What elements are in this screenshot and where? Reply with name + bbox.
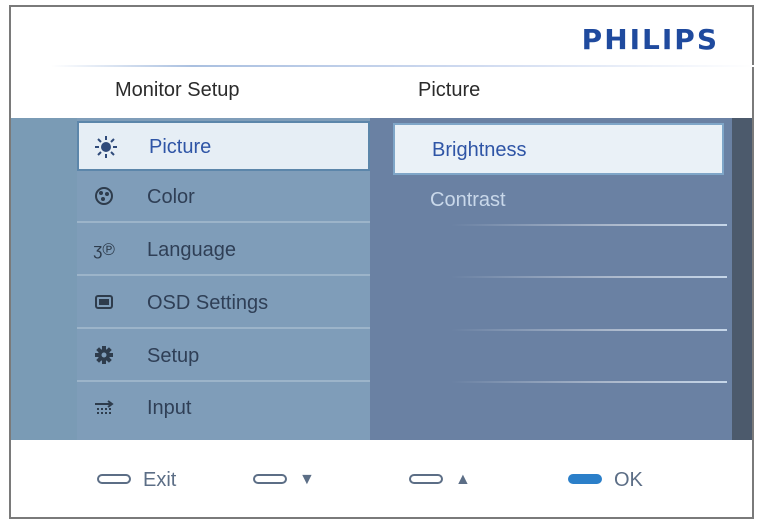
submenu-divider [451,381,727,383]
down-arrow-icon: ▼ [299,471,315,488]
osd-window: PHILIPS Monitor Setup Picture Picture Co… [9,5,756,519]
menu-item-picture[interactable]: Picture [77,121,370,171]
submenu-divider [451,276,727,278]
menu-item-color[interactable]: Color [77,173,370,223]
monitor-icon [93,292,115,314]
menu-item-label: Setup [147,345,200,367]
menu-item-osd-settings[interactable]: OSD Settings [77,279,370,329]
button-pill-icon [568,474,602,484]
button-pill-icon [97,474,131,484]
menu-item-label: Picture [149,136,212,158]
gear-icon [93,345,115,367]
palette-icon [93,186,115,208]
input-icon [93,397,115,419]
panel-edge [732,118,752,440]
submenu-column-title: Picture [418,79,481,101]
language-icon: ʒ℗ [93,240,115,259]
up-arrow-icon: ▲ [455,471,471,488]
philips-logo: PHILIPS [581,23,719,56]
menu-item-label: OSD Settings [147,292,269,314]
header-divider [51,65,756,67]
submenu-divider [451,224,727,226]
ok-label: OK [614,469,643,491]
button-pill-icon [253,474,287,484]
exit-label: Exit [143,469,177,491]
sun-icon [95,136,117,158]
button-pill-icon [409,474,443,484]
menu-item-language[interactable]: ʒ℗ Language [77,226,370,276]
submenu-item-brightness[interactable]: Brightness [393,123,724,175]
menu-item-label: Input [147,397,192,419]
submenu-item-label: Brightness [432,139,527,161]
menu-item-input[interactable]: Input [77,384,370,434]
menu-item-label: Language [147,239,236,261]
menu-panel: Picture Color ʒ℗ Language OSD Settings S… [11,118,752,440]
submenu-item-contrast[interactable]: Contrast [393,175,727,227]
menu-item-setup[interactable]: Setup [77,332,370,382]
menu-item-label: Color [147,186,195,208]
submenu-divider [451,329,727,331]
menu-column-title: Monitor Setup [115,79,240,101]
submenu-item-label: Contrast [430,189,506,211]
